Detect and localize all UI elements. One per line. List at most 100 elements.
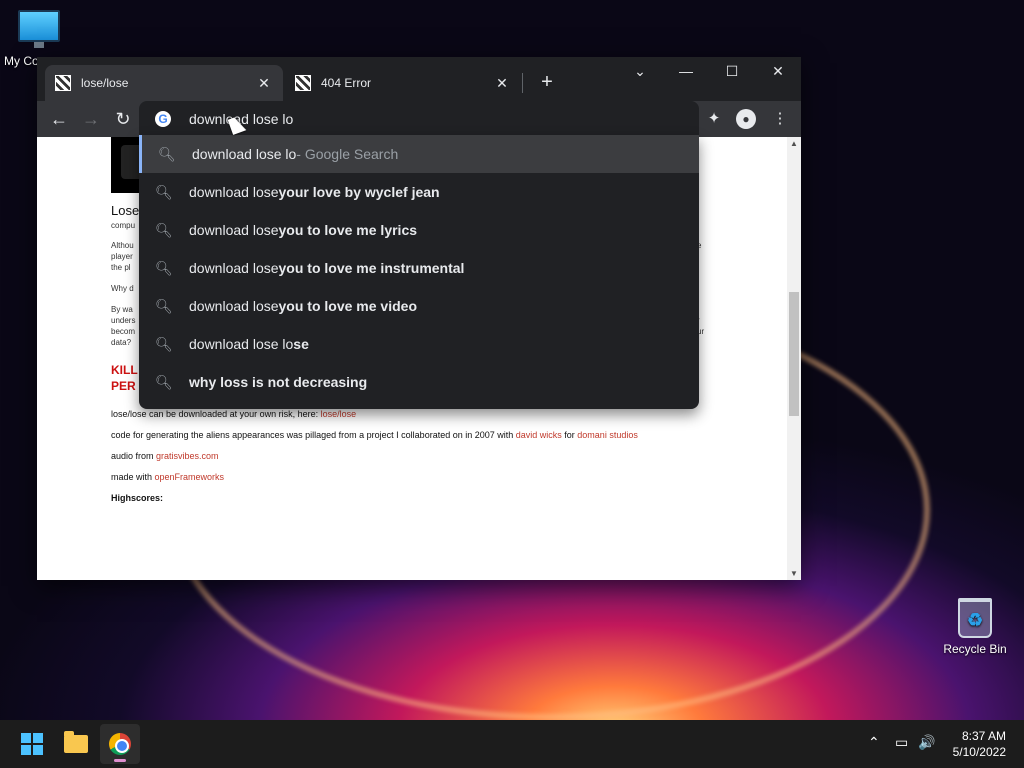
search-icon: 🔍︎ [155,373,173,390]
search-icon: 🔍︎ [155,335,173,352]
openframeworks-link[interactable]: openFrameworks [155,472,225,482]
suggestion-prefix: download lose [189,222,279,238]
suggestion-item[interactable]: 🔍︎ download lose your love by wyclef jean [139,173,699,211]
clock-time: 8:37 AM [961,729,1006,743]
search-icon: 🔍︎ [158,145,176,162]
search-icon: 🔍︎ [155,221,173,238]
made-with-line: made with openFrameworks [111,472,224,482]
chrome-taskbar-button[interactable] [100,724,140,764]
suggestion-prefix: download lose [189,260,279,276]
search-icon: 🔍︎ [155,183,173,200]
page-subheading: compu [111,221,136,230]
reload-button[interactable]: ↻ [111,107,135,131]
vertical-scrollbar[interactable]: ▲ ▼ [787,137,801,580]
domani-studios-link[interactable]: domani studios [577,430,638,440]
scrollbar-thumb[interactable] [789,292,799,416]
suggestion-item[interactable]: 🔍︎ download lose you to love me lyrics [139,211,699,249]
suggestion-prefix: download lose [189,184,279,200]
profile-avatar-icon[interactable]: ● [736,109,756,129]
suggestion-completion: your love by wyclef jean [278,184,440,200]
google-logo-icon: G [155,111,171,127]
highscores-label: Highscores: [111,493,164,503]
maximize-button[interactable]: ☐ [709,57,755,87]
clock-date: 5/10/2022 [952,745,1006,759]
back-button[interactable]: ← [47,107,71,131]
tab-title: lose/lose [81,76,129,90]
suggestion-hint: - Google Search [296,146,399,162]
windows-logo-icon [21,733,43,755]
new-tab-button[interactable]: + [535,71,559,95]
text-fragment: data? [111,338,132,347]
suggestion-completion: you to love me video [278,298,417,314]
tab-title: 404 Error [321,76,372,90]
close-tab-icon[interactable]: ✕ [255,75,273,92]
tab-search-button[interactable]: ⌄ [617,57,663,87]
tab-separator [522,73,523,93]
recycle-bin-icon: ♻ [958,598,992,638]
suggestion-item[interactable]: 🔍︎ download lose lo se [139,325,699,363]
suggestion-item[interactable]: 🔍︎ download lose you to love me instrumen… [139,249,699,287]
monitor-icon [18,10,60,48]
line-text: audio from [111,451,157,461]
text-fragment: Why d [111,284,134,293]
suggestion-prefix: download lose lo [189,336,294,352]
search-icon: 🔍︎ [155,297,173,314]
gratisvibes-link[interactable]: gratisvibes.com [156,451,219,461]
omnibox-suggestions: 🔍︎ download lose lo - Google Search 🔍︎ down… [139,135,699,409]
system-clock[interactable]: 8:37 AM 5/10/2022 [953,728,1006,760]
suggestion-completion: you to love me lyrics [278,222,418,238]
suggestion-item[interactable]: 🔍︎ download lose you to love me video [139,287,699,325]
line-text: for [561,430,578,440]
text-fragment: unders [111,316,136,325]
site-favicon-icon [295,75,311,91]
scroll-down-icon[interactable]: ▼ [789,569,799,578]
warning-heading: PER [111,379,136,393]
address-bar[interactable]: G [139,101,699,137]
tab-404-error[interactable]: 404 Error ✕ [285,65,521,101]
scroll-up-icon[interactable]: ▲ [789,139,799,148]
show-hidden-icons-button[interactable]: ⌃ [868,734,880,751]
download-line: lose/lose can be downloaded at your own … [111,409,356,419]
suggestion-item[interactable]: 🔍︎ download lose lo - Google Search [139,135,699,173]
desktop-icon-recycle-bin[interactable]: ♻ Recycle Bin [940,598,1010,656]
omnibox-input[interactable] [189,109,669,129]
volume-icon[interactable]: 🔊 [918,734,935,751]
start-button[interactable] [12,724,52,764]
suggestion-prefix: download lose [189,298,279,314]
text-fragment: By wa [111,305,133,314]
suggestion-item[interactable]: 🔍︎ why loss is not decreasing [139,363,699,401]
suggestion-completion: why loss is not decreasing [189,374,368,390]
menu-kebab-icon[interactable]: ⋮ [768,107,792,131]
desktop-icon-label: Recycle Bin [943,642,1007,656]
line-text: code for generating the aliens appearanc… [111,430,516,440]
network-icon[interactable]: ▭ [895,734,908,751]
close-tab-icon[interactable]: ✕ [493,75,511,92]
extensions-icon[interactable]: ✦ [702,107,726,131]
folder-icon [64,731,88,753]
taskbar: ⌃ ▭ 🔊 8:37 AM 5/10/2022 [0,720,1024,768]
download-link[interactable]: lose/lose [321,409,357,419]
minimize-button[interactable]: — [663,57,709,87]
warning-heading: KILL [111,363,138,377]
tab-lose-lose[interactable]: lose/lose ✕ [45,65,283,101]
suggestion-completion: se [293,336,309,352]
forward-button[interactable]: → [79,107,103,131]
tab-strip: lose/lose ✕ 404 Error ✕ + ⌄ — ☐ ✕ [37,57,801,101]
text-fragment: player [111,252,133,261]
site-favicon-icon [55,75,71,91]
text-fragment: the pl [111,263,131,272]
close-window-button[interactable]: ✕ [755,57,801,87]
david-wicks-link[interactable]: david wicks [516,430,562,440]
text-fragment: Althou [111,241,134,250]
text-fragment: becom [111,327,136,336]
running-indicator [114,759,126,762]
page-heading: Lose [111,203,140,218]
suggestion-prefix: download lose lo [192,146,297,162]
search-icon: 🔍︎ [155,259,173,276]
chrome-icon [109,733,131,755]
line-text: made with [111,472,155,482]
suggestion-completion: you to love me instrumental [278,260,465,276]
credits-line: code for generating the aliens appearanc… [111,430,638,440]
file-explorer-button[interactable] [56,724,96,764]
browser-toolbar: ← → ↻ G ✦ ● ⋮ [37,101,801,137]
